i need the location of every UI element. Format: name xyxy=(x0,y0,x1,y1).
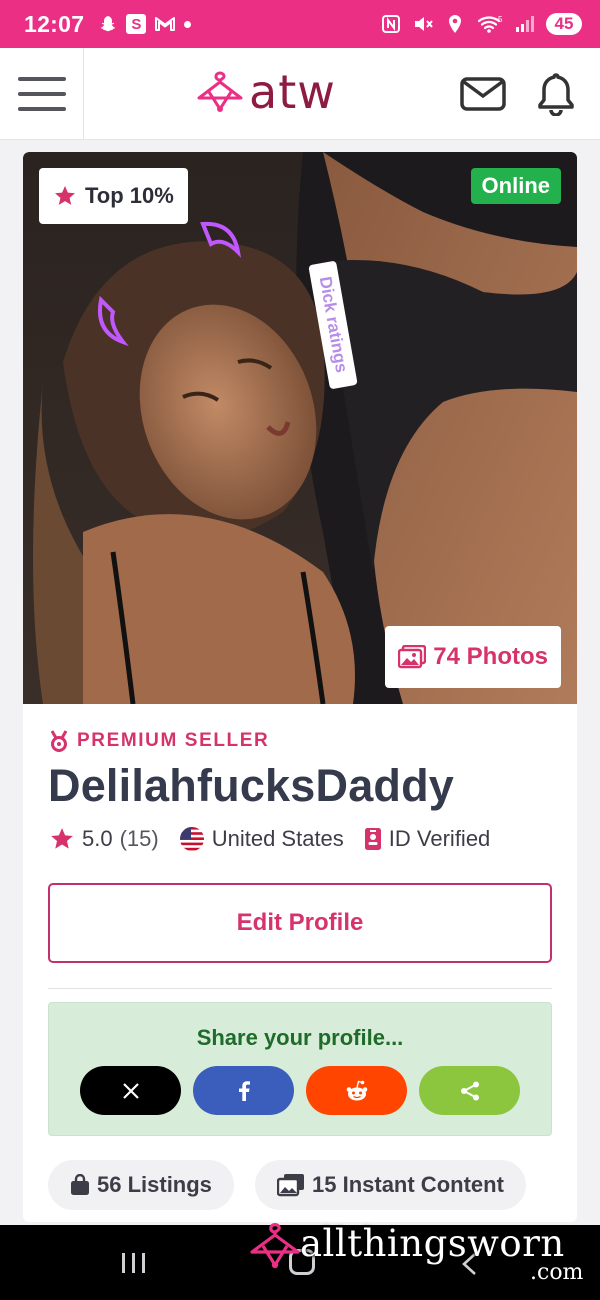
photos-count-button[interactable]: 74 Photos xyxy=(385,626,561,688)
watermark-text: allthingsworn xyxy=(300,1222,565,1265)
status-bar: 12:07 S 5 45 xyxy=(0,0,600,48)
watermark-suffix: .com xyxy=(530,1260,584,1285)
listings-label: 56 Listings xyxy=(97,1172,212,1197)
id-badge-icon xyxy=(364,828,381,850)
battery-indicator: 45 xyxy=(546,13,582,35)
share-facebook-button[interactable] xyxy=(193,1066,294,1115)
bell-icon[interactable] xyxy=(536,72,576,116)
verification-label: ID Verified xyxy=(388,826,491,851)
s-app-icon: S xyxy=(126,14,147,34)
header-actions xyxy=(460,72,576,116)
status-notification-icons: S xyxy=(96,13,192,35)
status-system-icons: 5 45 xyxy=(380,13,582,35)
nfc-icon xyxy=(380,13,402,35)
instant-content-label: 15 Instant Content xyxy=(312,1172,504,1197)
facebook-icon xyxy=(238,1080,250,1101)
share-generic-button[interactable] xyxy=(419,1066,520,1115)
instant-content-button[interactable]: 15 Instant Content xyxy=(255,1160,526,1210)
gmail-icon xyxy=(154,13,176,35)
rating-value: 5.0 xyxy=(82,826,113,851)
divider xyxy=(48,988,552,989)
verification: ID Verified xyxy=(364,826,491,852)
recent-apps-button[interactable] xyxy=(122,1253,145,1273)
menu-icon[interactable] xyxy=(0,47,84,140)
seller-type-label: PREMIUM SELLER xyxy=(77,730,270,751)
profile-meta: 5.0 (15) United States ID Verified xyxy=(49,826,510,852)
photos-count-label: 74 Photos xyxy=(433,643,548,670)
hanger-logo-icon xyxy=(197,71,243,112)
rank-badge: Top 10% xyxy=(39,168,188,224)
share-icon xyxy=(460,1081,479,1100)
share-reddit-button[interactable] xyxy=(306,1066,407,1115)
mail-icon[interactable] xyxy=(460,76,506,112)
share-profile-panel: Share your profile... xyxy=(48,1002,552,1136)
x-icon xyxy=(122,1082,139,1099)
watermark: allthingsworn .com xyxy=(248,1218,583,1285)
country-name: United States xyxy=(211,826,344,851)
svg-text:5: 5 xyxy=(498,15,503,24)
online-badge: Online xyxy=(470,168,561,204)
rating: 5.0 (15) xyxy=(49,826,159,852)
shopping-bag-icon xyxy=(71,1174,89,1195)
star-icon xyxy=(55,186,75,205)
rank-badge-label: Top 10% xyxy=(85,183,174,208)
reddit-icon xyxy=(346,1080,367,1100)
seller-type: PREMIUM SELLER xyxy=(49,730,269,752)
medal-icon xyxy=(50,730,68,752)
hanger-watermark-icon xyxy=(250,1222,300,1269)
us-flag-icon xyxy=(179,827,204,851)
profile-photo-illustration xyxy=(23,152,577,704)
share-buttons xyxy=(80,1066,520,1115)
country: United States xyxy=(179,826,344,852)
images-icon xyxy=(277,1174,304,1197)
mute-icon xyxy=(412,13,434,35)
profile-photo[interactable]: Top 10% Online Dick ratings 74 Photos xyxy=(23,152,577,704)
more-notifications-dot xyxy=(184,20,192,28)
star-icon xyxy=(51,828,73,849)
app-header: atw xyxy=(0,47,600,140)
snapchat-icon xyxy=(96,13,118,35)
listings-count-button[interactable]: 56 Listings xyxy=(48,1160,234,1210)
review-count: (15) xyxy=(119,826,159,851)
images-icon xyxy=(398,645,427,669)
location-icon xyxy=(444,13,466,35)
share-x-button[interactable] xyxy=(80,1066,181,1115)
profile-card: Top 10% Online Dick ratings 74 Photos PR… xyxy=(23,152,577,1222)
online-label: Online xyxy=(481,173,550,198)
logo-text: atw xyxy=(249,65,336,119)
signal-icon xyxy=(514,13,536,35)
edit-profile-button[interactable]: Edit Profile xyxy=(48,883,552,963)
wifi-icon: 5 xyxy=(476,13,504,35)
username: DelilahfucksDaddy xyxy=(48,760,455,811)
site-logo[interactable]: atw xyxy=(195,66,336,118)
status-time: 12:07 xyxy=(24,10,85,37)
share-title: Share your profile... xyxy=(196,1025,404,1050)
